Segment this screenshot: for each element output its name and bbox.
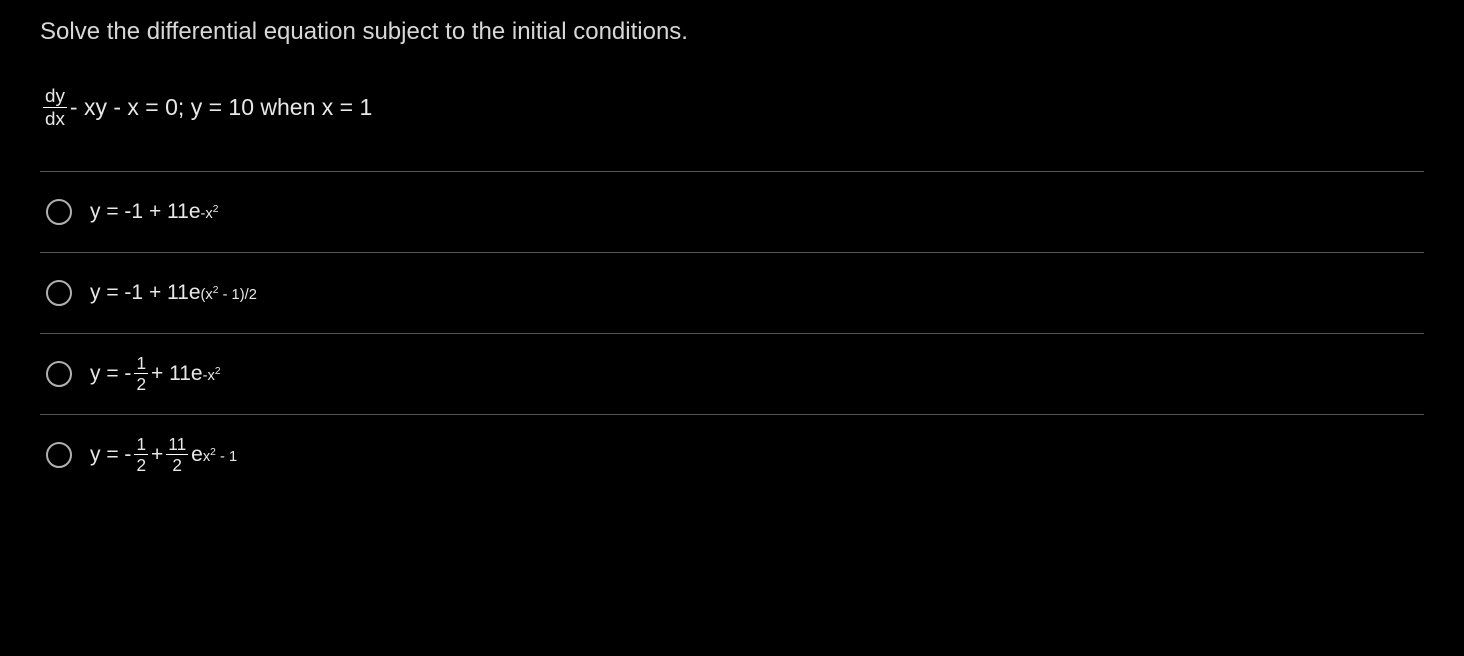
option-c-math: y = - 1 2 + 11e-x2: [90, 354, 221, 393]
fraction-numerator: 1: [134, 354, 148, 374]
equation: dy dx - xy - x = 0; y = 10 when x = 1: [40, 86, 1424, 129]
question-container: Solve the differential equation subject …: [0, 0, 1464, 495]
option-a-sup-sup: 2: [213, 204, 219, 215]
option-d-math: y = - 1 2 + 11 2 ex2 - 1: [90, 435, 237, 474]
option-a-pre: y = -1 + 11e: [90, 200, 201, 224]
radio-icon: [46, 199, 72, 225]
option-d-pre: y = -: [90, 443, 131, 467]
option-b-sup-post: - 1)/2: [219, 287, 257, 303]
option-d-sup-post: - 1: [216, 449, 237, 465]
option-c-sup: -x2: [203, 372, 221, 376]
option-a[interactable]: y = -1 + 11e-x2: [40, 172, 1424, 253]
option-d[interactable]: y = - 1 2 + 11 2 ex2 - 1: [40, 415, 1424, 495]
radio-icon: [46, 280, 72, 306]
option-d-e: e: [191, 443, 203, 467]
fraction-denominator: 2: [134, 455, 148, 474]
fraction-eleven-halves: 11 2: [166, 435, 188, 474]
option-c[interactable]: y = - 1 2 + 11e-x2: [40, 334, 1424, 415]
option-c-sup-pre: -x: [203, 368, 215, 384]
fraction-numerator: dy: [43, 86, 67, 108]
option-c-mid: + 11e: [151, 362, 203, 386]
option-c-sup-sup: 2: [215, 366, 221, 377]
fraction-dy-dx: dy dx: [43, 86, 67, 129]
fraction-denominator: dx: [43, 108, 67, 129]
radio-icon: [46, 361, 72, 387]
option-b-sup: (x2 - 1)/2: [201, 291, 257, 295]
question-prompt: Solve the differential equation subject …: [40, 18, 1424, 46]
options-list: y = -1 + 11e-x2 y = -1 + 11e(x2 - 1)/2 y…: [40, 171, 1424, 495]
radio-icon: [46, 442, 72, 468]
option-b-pre: y = -1 + 11e: [90, 281, 201, 305]
option-b-sup-pre: (x: [201, 287, 213, 303]
equation-rest: - xy - x = 0; y = 10 when x = 1: [70, 94, 372, 121]
fraction-half: 1 2: [134, 435, 148, 474]
option-d-sup: x2 - 1: [203, 453, 237, 457]
option-b-math: y = -1 + 11e(x2 - 1)/2: [90, 281, 257, 305]
option-a-sup: -x2: [201, 210, 219, 214]
option-a-sup-pre: -x: [201, 206, 213, 222]
fraction-half: 1 2: [134, 354, 148, 393]
option-b[interactable]: y = -1 + 11e(x2 - 1)/2: [40, 253, 1424, 334]
option-c-pre: y = -: [90, 362, 131, 386]
fraction-numerator: 1: [134, 435, 148, 455]
fraction-denominator: 2: [170, 455, 184, 474]
fraction-denominator: 2: [134, 374, 148, 393]
option-d-plus: +: [151, 443, 163, 467]
option-a-math: y = -1 + 11e-x2: [90, 200, 219, 224]
fraction-numerator: 11: [166, 435, 188, 455]
